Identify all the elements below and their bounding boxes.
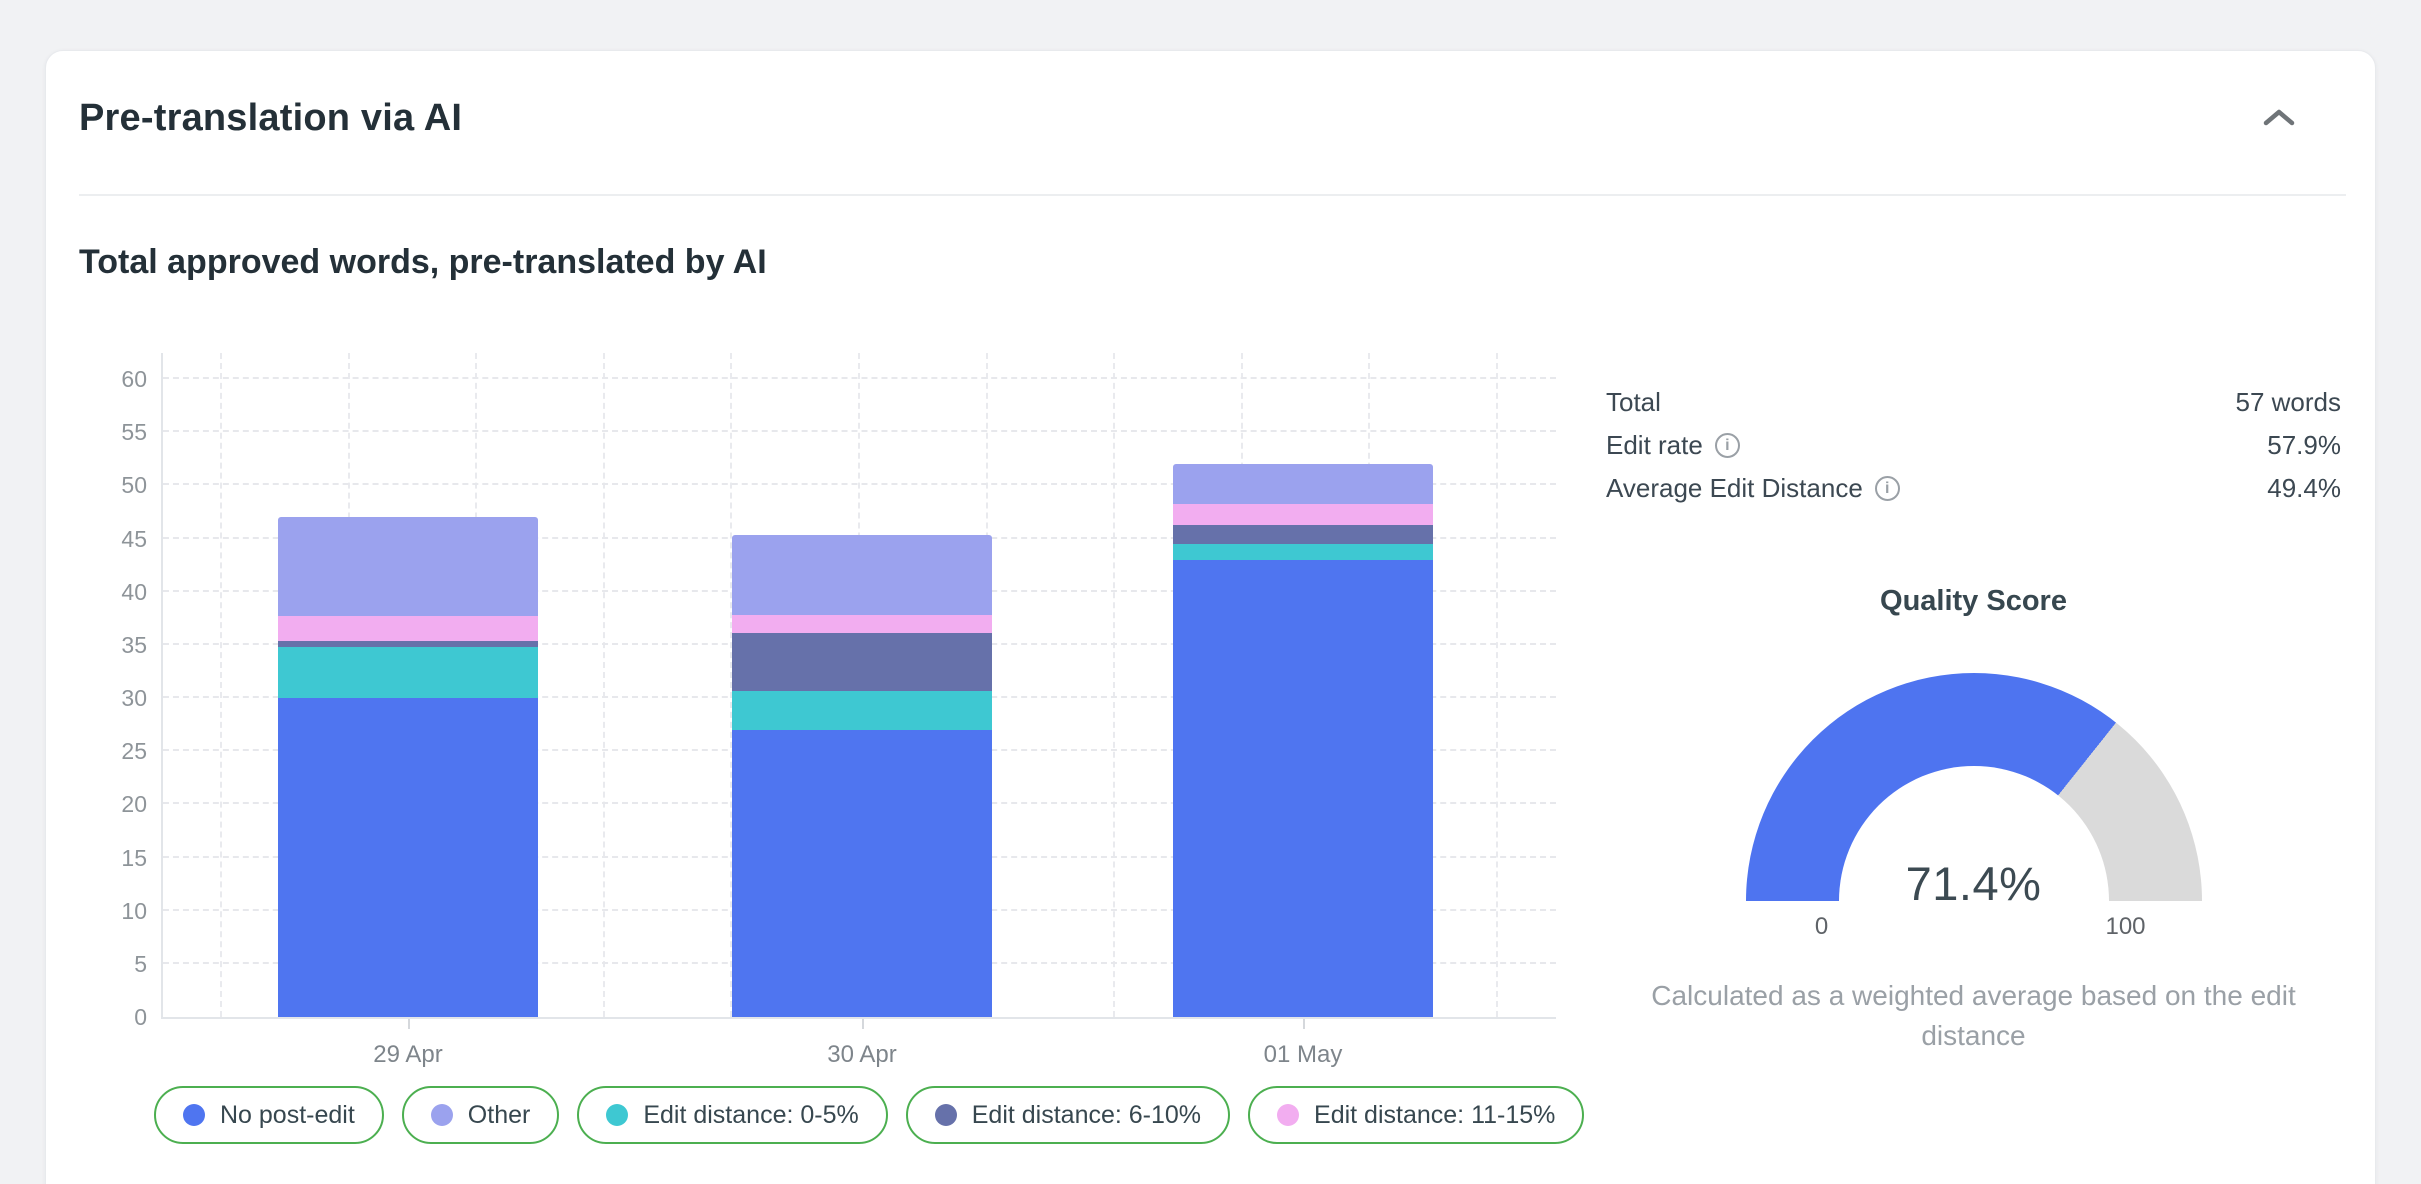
legend-pill-edit-distance-6-10[interactable]: Edit distance: 6-10% <box>906 1086 1230 1144</box>
stat-label-text: Edit rate <box>1606 430 1703 461</box>
legend-label: Edit distance: 11-15% <box>1314 1101 1555 1130</box>
legend-dot <box>935 1104 957 1126</box>
bar-segment-edit-distance-0-5[interactable] <box>732 691 992 730</box>
y-axis-label: 30 <box>97 685 147 711</box>
x-axis-label: 29 Apr <box>328 1041 488 1069</box>
stat-label: Total <box>1606 387 1661 418</box>
legend-label: Edit distance: 0-5% <box>643 1101 858 1130</box>
stat-label-text: Total <box>1606 387 1661 418</box>
y-axis-label: 0 <box>97 1004 147 1030</box>
x-axis-tick <box>862 1019 864 1029</box>
stats-block: Total 57 words Edit rate i 57.9% Average Edit… <box>1606 381 2341 510</box>
bar-segment-edit-distance-11-15[interactable] <box>278 616 538 640</box>
stat-row-average-edit-distance: Average Edit Distance i 49.4% <box>1606 467 2341 510</box>
x-axis-label: 30 Apr <box>782 1041 942 1069</box>
legend-pill-no-post-edit[interactable]: No post-edit <box>154 1086 384 1144</box>
legend-dot <box>183 1104 205 1126</box>
legend-pill-edit-distance-0-5[interactable]: Edit distance: 0-5% <box>577 1086 887 1144</box>
y-axis-label: 20 <box>97 791 147 817</box>
bar-segment-no-post-edit[interactable] <box>278 698 538 1017</box>
legend-pill-edit-distance-11-15[interactable]: Edit distance: 11-15% <box>1248 1086 1584 1144</box>
gauge-caption: Calculated as a weighted average based o… <box>1634 976 2314 1056</box>
gauge-value: 71.4% <box>1746 856 2202 911</box>
gridline-v <box>1496 353 1498 1017</box>
gridline-v <box>220 353 222 1017</box>
gridline-v <box>603 353 605 1017</box>
bar-segment-edit-distance-11-15[interactable] <box>1173 504 1433 524</box>
y-axis-label: 45 <box>97 526 147 552</box>
y-axis-label: 40 <box>97 579 147 605</box>
stat-label-text: Average Edit Distance <box>1606 473 1863 504</box>
bar-segment-edit-distance-0-5[interactable] <box>1173 544 1433 560</box>
stat-value: 49.4% <box>2267 473 2341 504</box>
section-title: Total approved words, pre-translated by … <box>79 243 767 282</box>
bar-segment-no-post-edit[interactable] <box>1173 560 1433 1017</box>
chevron-up-icon <box>2262 117 2296 132</box>
y-axis-label: 50 <box>97 472 147 498</box>
legend-dot <box>1277 1104 1299 1126</box>
legend-pill-other[interactable]: Other <box>402 1086 560 1144</box>
gauge-min-label: 0 <box>1777 913 1867 941</box>
bar-segment-edit-distance-11-15[interactable] <box>732 615 992 633</box>
page-title: Pre-translation via AI <box>79 97 462 140</box>
y-axis-label: 10 <box>97 898 147 924</box>
y-axis-label: 55 <box>97 419 147 445</box>
legend-dot <box>431 1104 453 1126</box>
page: { "card": { "title": "Pre-translation vi… <box>0 0 2421 1184</box>
y-axis-label: 60 <box>97 366 147 392</box>
y-axis-label: 5 <box>97 951 147 977</box>
legend-label: Other <box>468 1101 531 1130</box>
gridline-v <box>1113 353 1115 1017</box>
legend-label: No post-edit <box>220 1101 355 1130</box>
y-axis-label: 25 <box>97 738 147 764</box>
gridline-h <box>163 430 1556 432</box>
bar-segment-other[interactable] <box>1173 464 1433 504</box>
bar-segment-edit-distance-0-5[interactable] <box>278 647 538 698</box>
stat-label: Average Edit Distance i <box>1606 473 1900 504</box>
bar-segment-no-post-edit[interactable] <box>732 730 992 1017</box>
gauge-max-label: 100 <box>2081 913 2171 941</box>
info-icon[interactable]: i <box>1715 433 1740 458</box>
stat-row-total: Total 57 words <box>1606 381 2341 424</box>
pre-translation-card: Pre-translation via AI Total approved wo… <box>45 50 2376 1184</box>
info-icon[interactable]: i <box>1875 476 1900 501</box>
card-header: Pre-translation via AI <box>79 97 2344 140</box>
header-divider <box>79 194 2346 196</box>
y-axis-label: 15 <box>97 845 147 871</box>
y-axis-label: 35 <box>97 632 147 658</box>
x-axis-tick <box>1303 1019 1305 1029</box>
bar-segment-other[interactable] <box>278 517 538 616</box>
stat-label: Edit rate i <box>1606 430 1740 461</box>
collapse-button[interactable] <box>2254 99 2304 137</box>
chart-legend: No post-edit Other Edit distance: 0-5% Edit… <box>154 1086 1584 1144</box>
stat-value: 57 words <box>2236 387 2342 418</box>
bar-segment-other[interactable] <box>732 535 992 615</box>
gridline-h <box>163 377 1556 379</box>
quality-score-gauge: 71.4% 0 100 <box>1746 673 2202 901</box>
stat-row-edit-rate: Edit rate i 57.9% <box>1606 424 2341 467</box>
gauge-title: Quality Score <box>1606 585 2341 618</box>
legend-label: Edit distance: 6-10% <box>972 1101 1201 1130</box>
bar-segment-edit-distance-6-10[interactable] <box>1173 525 1433 544</box>
bar-segment-edit-distance-6-10[interactable] <box>732 633 992 690</box>
x-axis-label: 01 May <box>1223 1041 1383 1069</box>
summary-panel: Total 57 words Edit rate i 57.9% Average Edit… <box>1606 381 2341 510</box>
stacked-bar-chart: 05101520253035404550556029 Apr30 Apr01 M… <box>161 353 1556 1019</box>
legend-dot <box>606 1104 628 1126</box>
x-axis-tick <box>408 1019 410 1029</box>
bar-segment-edit-distance-6-10[interactable] <box>278 641 538 647</box>
stat-value: 57.9% <box>2267 430 2341 461</box>
